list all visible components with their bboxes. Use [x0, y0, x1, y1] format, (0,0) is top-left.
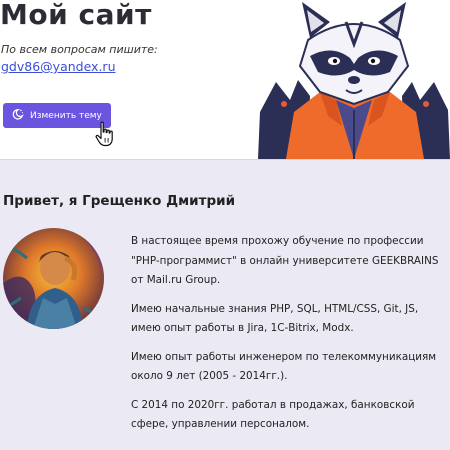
site-header: Мой сайт По всем вопросам пишите: gdv86@…: [0, 0, 450, 160]
change-theme-label: Изменить тему: [30, 110, 102, 121]
moon-stars-icon: [11, 108, 24, 124]
bio-paragraph: Имею опыт работы инженером по телекоммун…: [131, 350, 437, 383]
bio-section: В настоящее время прохожу обучение по пр…: [131, 232, 449, 444]
contact-note: По всем вопросам пишите:: [1, 43, 158, 56]
contact-email-link[interactable]: gdv86@yandex.ru: [1, 59, 116, 74]
profile-photo: [3, 228, 104, 329]
bio-paragraph: С 2014 по 2020гг. работал в продажах, ба…: [131, 398, 415, 431]
bio-paragraph: В настоящее время прохожу обучение по пр…: [131, 235, 439, 286]
site-title: Мой сайт: [0, 0, 152, 31]
raccoon-mascot-icon: [258, 2, 450, 159]
hand-pointer-icon: [95, 121, 113, 147]
bio-paragraph: Имею начальные знания PHP, SQL, HTML/CSS…: [131, 302, 419, 335]
greeting-heading: Привет, я Грещенко Дмитрий: [3, 193, 236, 209]
